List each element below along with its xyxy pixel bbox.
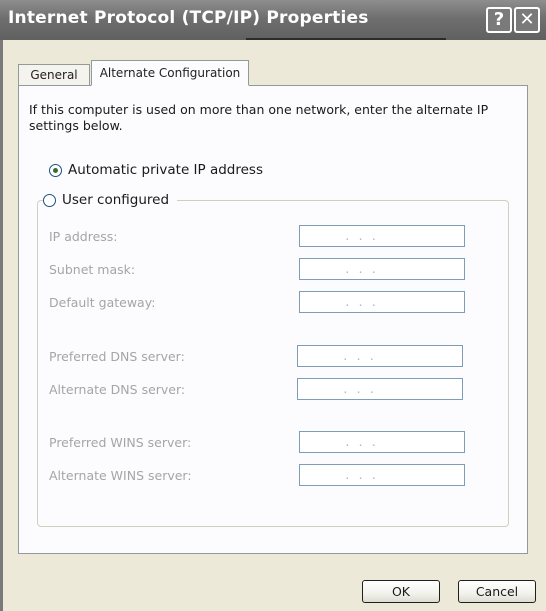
alternate-dns-value: . . . xyxy=(342,383,376,396)
alternate-wins-input[interactable]: . . . xyxy=(299,464,465,486)
preferred-wins-label: Preferred WINS server: xyxy=(49,435,192,450)
alternate-wins-value: . . . xyxy=(344,469,378,482)
title-underline xyxy=(246,38,446,40)
ip-address-label: IP address: xyxy=(49,229,118,244)
tab-alternate-configuration[interactable]: Alternate Configuration xyxy=(91,60,249,86)
tab-general[interactable]: General xyxy=(18,64,90,86)
user-configured-label: User configured xyxy=(62,192,170,208)
title-bar[interactable]: Internet Protocol (TCP/IP) Properties ? … xyxy=(0,0,546,40)
user-configured-option[interactable]: User configured xyxy=(43,192,178,208)
radio-checked-icon[interactable] xyxy=(49,163,62,177)
intro-text: If this computer is used on more than on… xyxy=(29,102,489,133)
subnet-mask-input[interactable]: . . . xyxy=(299,258,465,280)
preferred-wins-value: . . . xyxy=(344,436,378,449)
close-button[interactable]: ✕ xyxy=(514,7,540,33)
help-button[interactable]: ? xyxy=(486,7,512,33)
default-gateway-input[interactable]: . . . xyxy=(299,291,465,313)
preferred-dns-label: Preferred DNS server: xyxy=(49,349,185,364)
alternate-wins-label: Alternate WINS server: xyxy=(49,468,192,483)
radio-unchecked-icon[interactable] xyxy=(43,193,56,207)
subnet-mask-label: Subnet mask: xyxy=(49,262,136,277)
ip-address-input[interactable]: . . . xyxy=(299,225,465,247)
close-icon: ✕ xyxy=(519,9,535,30)
tab-panel: If this computer is used on more than on… xyxy=(18,85,528,554)
automatic-ip-label: Automatic private IP address xyxy=(68,162,263,178)
alternate-dns-label: Alternate DNS server: xyxy=(49,382,186,397)
window-border xyxy=(0,40,3,611)
subnet-mask-value: . . . xyxy=(344,263,378,276)
window-title: Internet Protocol (TCP/IP) Properties xyxy=(8,8,369,28)
preferred-wins-input[interactable]: . . . xyxy=(299,431,465,453)
default-gateway-label: Default gateway: xyxy=(49,295,156,310)
preferred-dns-input[interactable]: . . . xyxy=(297,345,463,367)
default-gateway-value: . . . xyxy=(344,296,378,309)
dialog-window: Internet Protocol (TCP/IP) Properties ? … xyxy=(0,0,546,611)
automatic-ip-option[interactable]: Automatic private IP address xyxy=(49,162,263,178)
preferred-dns-value: . . . xyxy=(342,350,376,363)
ok-button[interactable]: OK xyxy=(362,580,440,603)
cancel-button[interactable]: Cancel xyxy=(458,580,536,603)
help-icon: ? xyxy=(493,9,505,30)
ip-address-value: . . . xyxy=(344,230,378,243)
alternate-dns-input[interactable]: . . . xyxy=(297,378,463,400)
